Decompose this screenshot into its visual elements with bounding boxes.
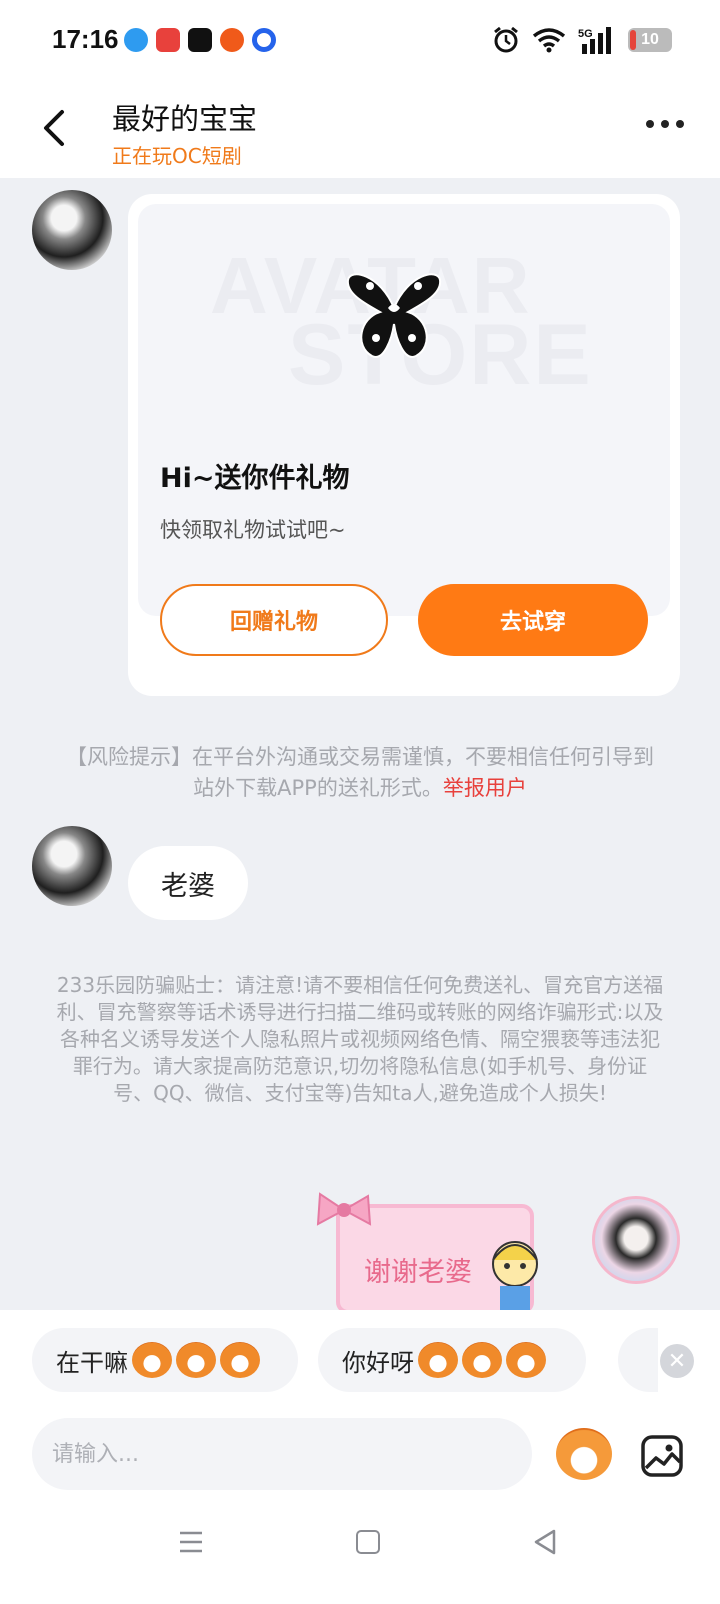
quick-reply-chip[interactable]: 你好呀 xyxy=(318,1328,586,1392)
chat-title: 最好的宝宝 xyxy=(112,102,258,136)
system-navigation-bar xyxy=(0,1500,720,1604)
system-back-icon[interactable] xyxy=(532,1528,558,1556)
svg-text:5G: 5G xyxy=(578,28,593,40)
battery-level: 10 xyxy=(641,31,659,48)
recent-apps-icon[interactable] xyxy=(178,1530,204,1554)
mascot-emoji-icon xyxy=(220,1342,260,1378)
quick-reply-label: 在干嘛 xyxy=(56,1348,128,1377)
close-quick-replies-icon[interactable]: ✕ xyxy=(660,1344,694,1378)
location-app-icon xyxy=(252,28,276,52)
contact-avatar[interactable] xyxy=(32,190,112,270)
risk-notice: 【风险提示】在平台外沟通或交易需谨慎，不要相信任何引导到站外下载APP的送礼形式… xyxy=(60,742,660,804)
status-bar: 17:16 5G 10 xyxy=(0,0,720,84)
self-avatar[interactable] xyxy=(592,1196,680,1284)
gift-title: Hi~送你件礼物 xyxy=(160,463,350,494)
butterfly-gift-icon xyxy=(346,273,442,358)
chat-header: 最好的宝宝 正在玩OC短剧 xyxy=(0,84,720,178)
status-right-group: 5G 10 xyxy=(492,26,672,54)
gift-description: 快领取礼物试试吧~ xyxy=(160,518,346,542)
image-picker-icon[interactable] xyxy=(640,1434,684,1478)
bow-icon xyxy=(316,1192,372,1226)
try-on-button[interactable]: 去试穿 xyxy=(418,584,648,656)
incoming-message-bubble[interactable]: 老婆 xyxy=(128,846,248,920)
risk-notice-text: 【风险提示】在平台外沟通或交易需谨慎，不要相信任何引导到站外下载APP的送礼形式… xyxy=(66,745,654,800)
notification-icons xyxy=(124,28,276,52)
contact-avatar[interactable] xyxy=(32,826,112,906)
browser-app-icon xyxy=(124,28,148,52)
sticker-text: 谢谢老婆 xyxy=(364,1257,472,1288)
gift-card: AVATAR STORE Hi~送你件礼物 快领取礼物试试吧~ 回赠礼物 去试穿 xyxy=(128,194,680,696)
quick-reply-label: 你好呀 xyxy=(342,1348,414,1377)
more-dot-icon xyxy=(646,120,654,128)
wifi-icon xyxy=(532,28,566,53)
fraud-prevention-notice: 233乐园防骗贴士：请注意!请不要相信任何免费送礼、冒充官方送福利、冒充警察等话… xyxy=(56,973,664,1105)
sticker-message[interactable]: 谢谢老婆 xyxy=(314,1190,564,1314)
battery-indicator: 10 xyxy=(628,28,672,52)
mascot-emoji-icon xyxy=(462,1342,502,1378)
quick-reply-chip-partial[interactable] xyxy=(618,1328,658,1392)
mascot-emoji-icon xyxy=(418,1342,458,1378)
more-options-button[interactable] xyxy=(646,120,684,128)
mascot-emoji-icon xyxy=(506,1342,546,1378)
more-dot-icon xyxy=(661,120,669,128)
game-app-icon xyxy=(220,28,244,52)
return-gift-button[interactable]: 回赠礼物 xyxy=(160,584,388,656)
quick-reply-chip[interactable]: 在干嘛 xyxy=(32,1328,298,1392)
gift-banner: AVATAR STORE xyxy=(138,204,670,616)
signal-icon: 5G xyxy=(578,27,611,54)
cartoon-character-icon xyxy=(492,1241,538,1310)
chat-subtitle: 正在玩OC短剧 xyxy=(112,144,242,168)
back-icon[interactable] xyxy=(36,106,76,150)
home-icon[interactable] xyxy=(356,1530,380,1554)
emoji-picker-icon[interactable] xyxy=(556,1428,612,1480)
mascot-emoji-icon xyxy=(132,1342,172,1378)
mascot-emoji-icon xyxy=(176,1342,216,1378)
message-input[interactable] xyxy=(32,1418,532,1490)
tiktok-icon xyxy=(188,28,212,52)
report-user-link[interactable]: 举报用户 xyxy=(443,776,527,800)
more-dot-icon xyxy=(676,120,684,128)
shopping-app-icon xyxy=(156,28,180,52)
status-time: 17:16 xyxy=(52,24,119,54)
alarm-icon xyxy=(494,26,518,53)
